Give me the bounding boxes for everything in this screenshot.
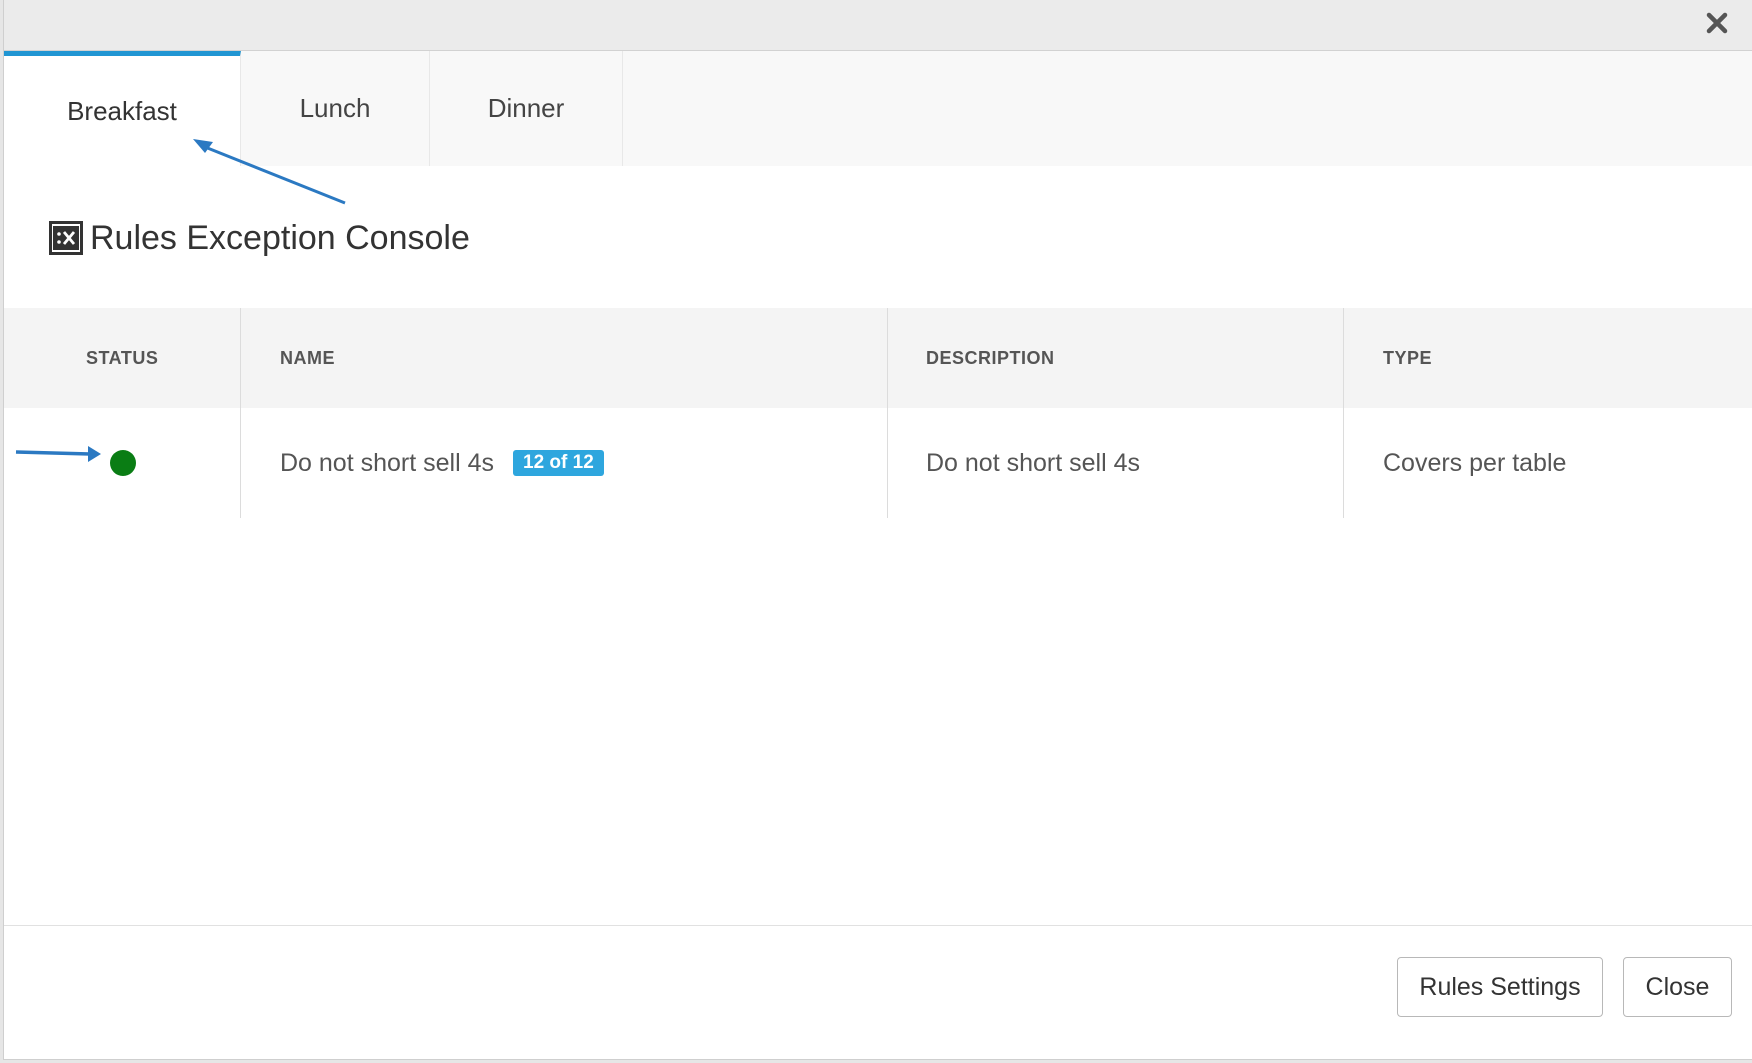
table-row[interactable]: Do not short sell 4s 12 of 12 Do not sho…: [4, 408, 1752, 518]
close-button[interactable]: Close: [1623, 957, 1732, 1017]
modal-footer: Rules Settings Close: [4, 925, 1752, 1061]
console-title-text: Rules Exception Console: [90, 218, 470, 257]
description-cell: Do not short sell 4s: [926, 448, 1140, 477]
meal-tabs: Breakfast Lunch Dinner: [4, 51, 1752, 166]
type-cell: Covers per table: [1383, 448, 1567, 477]
tab-dinner[interactable]: Dinner: [430, 51, 623, 166]
column-header-status: STATUS: [86, 347, 159, 368]
console-x-icon: [49, 221, 83, 255]
name-cell: Do not short sell 4s 12 of 12: [280, 408, 604, 518]
status-indicator: [110, 450, 136, 476]
rules-exception-modal: Breakfast Lunch Dinner Rules Exception C…: [3, 0, 1752, 1060]
column-header-description: DESCRIPTION: [926, 347, 1055, 368]
column-header-name: NAME: [280, 347, 335, 368]
tab-breakfast[interactable]: Breakfast: [4, 51, 241, 166]
rules-settings-button[interactable]: Rules Settings: [1397, 957, 1603, 1017]
tab-lunch[interactable]: Lunch: [241, 51, 430, 166]
count-badge: 12 of 12: [513, 450, 604, 476]
status-cell: [110, 408, 136, 518]
close-icon[interactable]: [1704, 10, 1730, 36]
modal-header: [4, 0, 1752, 51]
rule-name: Do not short sell 4s: [280, 448, 494, 477]
column-header-type: TYPE: [1383, 347, 1433, 368]
page-title: Rules Exception Console: [49, 215, 470, 261]
table-header: STATUS NAME DESCRIPTION TYPE: [4, 308, 1752, 408]
